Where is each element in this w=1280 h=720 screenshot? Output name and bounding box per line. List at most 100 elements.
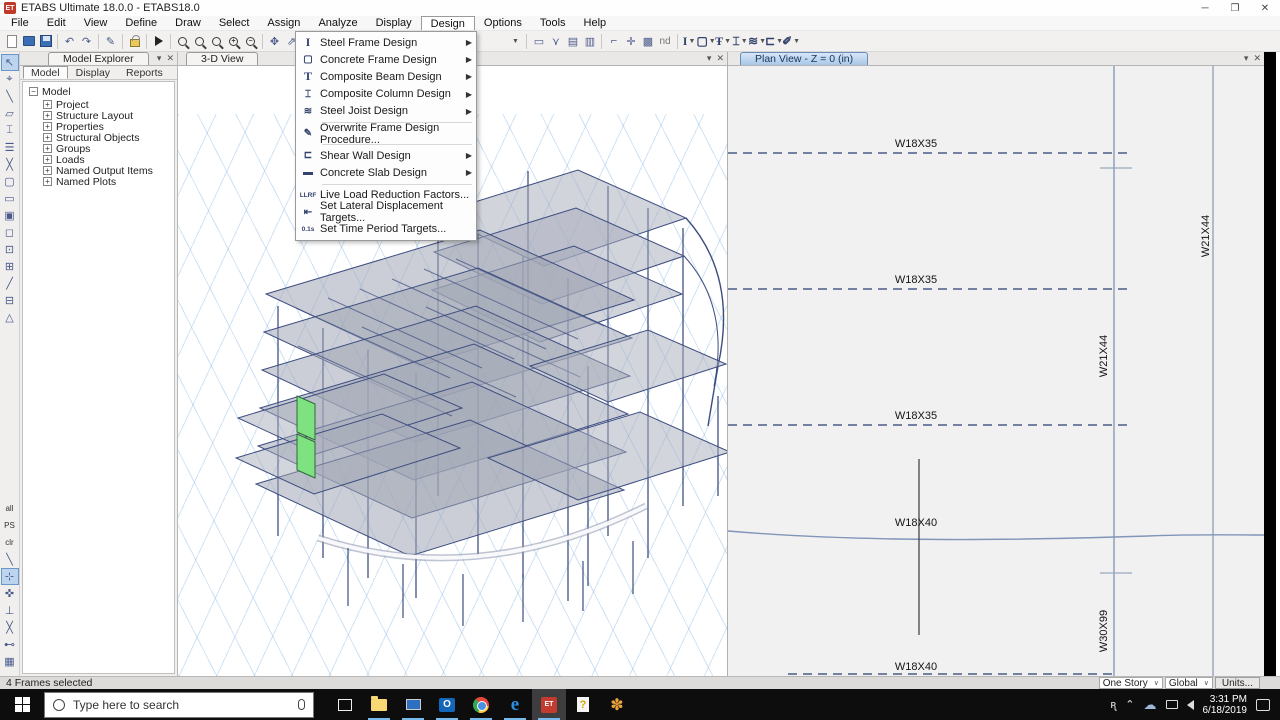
minimize-button[interactable]: ─ [1190,0,1220,16]
composite-beam-design-icon[interactable]: Ŧ▼ [715,33,732,50]
draw-braces-icon[interactable]: ╳ [1,156,19,173]
menu-item-set-lateral-displacement-targets[interactable]: ⇤ Set Lateral Displacement Targets... [296,204,476,221]
menu-item-concrete-slab-design[interactable]: ▬ Concrete Slab Design▶ [296,164,476,181]
draw-secondary-beams-icon[interactable]: ☰ [1,139,19,156]
taskbar-search-input[interactable]: Type here to search [44,692,314,718]
edit-pencil-icon[interactable]: ✎ [102,33,119,50]
snap-intersection-icon[interactable]: ⊹ [1,568,19,585]
draw-beam-icon[interactable]: ⌶ [1,122,19,139]
menu-item-composite-beam-design[interactable]: T Composite Beam Design▶ [296,68,476,85]
open-file-icon[interactable] [20,33,37,50]
save-icon[interactable] [37,33,54,50]
select-pointer-icon[interactable]: ↖ [1,54,19,71]
action-center-icon[interactable] [1256,699,1270,711]
snap-grid-icon[interactable]: ▦ [1,653,19,670]
tree-node-project[interactable]: + Project [43,99,174,110]
rubber-band-zoom-icon[interactable] [174,33,191,50]
menu-help[interactable]: Help [575,16,616,30]
menu-item-steel-joist-design[interactable]: ≋ Steel Joist Design▶ [296,103,476,120]
draw-grid-icon[interactable]: ⊟ [1,292,19,309]
show-hidden-icons-chevron[interactable]: ⌃ [1125,698,1134,711]
tree-node-properties[interactable]: + Properties [43,121,174,132]
poly-select-icon[interactable]: ⋎ [547,33,564,50]
tree-node-loads[interactable]: + Loads [43,154,174,165]
composite-column-design-icon[interactable]: ⌶▼ [732,33,749,50]
expand-icon[interactable]: + [43,166,52,175]
start-button[interactable] [0,689,44,720]
tab-reports[interactable]: Reports [118,66,171,79]
zoom-out-icon[interactable]: − [242,33,259,50]
panel-close-icon[interactable]: ✕ [1253,53,1261,64]
story-selector[interactable]: One Story∨ [1099,677,1163,689]
run-analysis-icon[interactable] [150,33,167,50]
tree-node-named-output-items[interactable]: + Named Output Items [43,165,174,176]
new-model-icon[interactable] [3,33,20,50]
edge-button[interactable]: e [498,689,532,720]
draw-wall-icon[interactable]: ◻ [1,224,19,241]
draw-poly-area-icon[interactable]: ▣ [1,207,19,224]
expand-icon[interactable]: + [43,155,52,164]
units-button[interactable]: Units... [1215,677,1260,689]
menu-assign[interactable]: Assign [258,16,309,30]
task-view-button[interactable] [328,689,362,720]
draw-reference-icon[interactable]: △ [1,309,19,326]
menu-item-overwrite-frame-design-procedure[interactable]: ✎ Overwrite Frame Design Procedure... [296,125,476,142]
menu-item-steel-frame-design[interactable]: I Steel Frame Design▶ [296,34,476,51]
snap-endpoint-icon[interactable]: ✜ [1,585,19,602]
menu-view[interactable]: View [75,16,117,30]
plan-view-canvas[interactable]: W18X35 W18X35 W18X35 W18X40 W18X40 W21X4… [728,66,1264,676]
menu-design[interactable]: Design [421,16,475,30]
network-icon[interactable] [1166,700,1178,709]
menu-item-composite-column-design[interactable]: ⌶ Composite Column Design▶ [296,86,476,103]
menu-select[interactable]: Select [210,16,259,30]
zoom-in-icon[interactable]: + [225,33,242,50]
select-previous-button[interactable]: PS [1,517,19,534]
menu-draw[interactable]: Draw [166,16,210,30]
etabs-taskbar-button[interactable]: ET [532,689,566,720]
view-dropdown-icon[interactable]: ▼ [506,33,523,50]
menu-edit[interactable]: Edit [38,16,75,30]
csi-app-button[interactable]: ✽ [600,689,634,720]
pan-icon[interactable]: ✥ [266,33,283,50]
reshape-object-icon[interactable]: ⌖ [1,71,19,88]
expand-icon[interactable]: + [43,100,52,109]
snap-perpendicular-icon[interactable]: ⊥ [1,602,19,619]
draw-frame-icon[interactable]: ▱ [1,105,19,122]
speaker-icon[interactable] [1187,700,1194,710]
menu-item-concrete-frame-design[interactable]: ▢ Concrete Frame Design▶ [296,51,476,68]
select-all-button[interactable]: all [1,500,19,517]
tab-model[interactable]: Model [23,66,68,79]
draw-opening-icon[interactable]: ⊞ [1,258,19,275]
model-explorer-tab[interactable]: Model Explorer [48,52,149,65]
restore-full-view-icon[interactable] [191,33,208,50]
clear-selection-button[interactable]: clr [1,534,19,551]
snap-midpoint-icon[interactable]: ⊷ [1,636,19,653]
object-shrink-icon[interactable]: ▩ [639,33,656,50]
help-doc-button[interactable]: ? [566,689,600,720]
taskbar-clock[interactable]: 3:31 PM 6/18/2019 [1203,694,1248,716]
menu-item-set-time-period-targets[interactable]: 0.1s Set Time Period Targets... [296,221,476,238]
draw-dimension-icon[interactable]: ╱ [1,275,19,292]
panel-close-icon[interactable]: ✕ [716,53,724,64]
expand-icon[interactable]: + [43,177,52,186]
tree-node-named-plots[interactable]: + Named Plots [43,176,174,187]
panel-close-icon[interactable]: ✕ [166,53,174,64]
steel-joist-design-icon[interactable]: ≋▼ [749,33,766,50]
restore-button[interactable]: ❐ [1220,0,1250,16]
expand-icon[interactable]: + [43,144,52,153]
menu-file[interactable]: File [2,16,38,30]
menu-display[interactable]: Display [367,16,421,30]
draw-area-icon[interactable]: ▢ [1,173,19,190]
onedrive-icon[interactable]: ☁ [1144,697,1157,713]
view-3d-tab[interactable]: 3-D View [186,52,258,65]
menu-tools[interactable]: Tools [531,16,575,30]
undo-icon[interactable]: ↶ [61,33,78,50]
panel-menu-icon[interactable]: ▾ [157,53,162,64]
draw-rect-area-icon[interactable]: ▭ [1,190,19,207]
previous-zoom-icon[interactable] [208,33,225,50]
draw-line-icon[interactable]: ╲ [1,88,19,105]
menu-analyze[interactable]: Analyze [309,16,366,30]
concrete-slab-design-icon[interactable]: ✐▼ [783,33,800,50]
coordinate-system-selector[interactable]: Global∨ [1165,677,1213,689]
nd-spectrum-button[interactable]: nd [656,36,673,47]
